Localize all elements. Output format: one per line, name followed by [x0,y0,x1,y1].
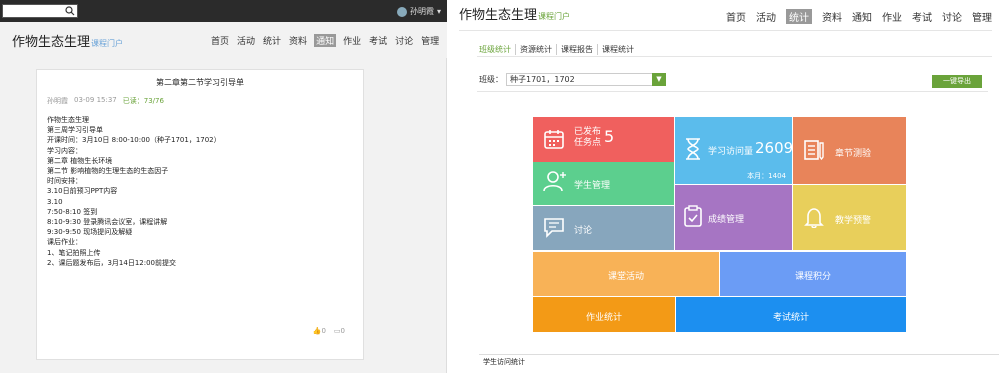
course-header: 作物生态生理 课程门户 首页 活动 统计 资料 通知 作业 考试 讨论 管理 [0,22,447,58]
body-line: 3.10日前预习PPT内容 [47,187,118,196]
right-panel: 作物生态生理 课程门户 首页 活动 统计 资料 通知 作业 考试 讨论 管理 班… [453,0,1000,373]
body-line: 7:50-8:10 签到 [47,207,98,216]
search-input[interactable] [2,4,78,18]
tile-course-points[interactable]: 课程积分 [720,252,906,296]
comment-button[interactable]: ▭0 [334,327,345,335]
homework-label: 作业统计 [585,313,622,323]
book-icon [804,140,824,161]
chapter-label: 章节测验 [835,149,872,159]
body-line: 1、笔记拍照上传 [47,248,101,257]
body-line: 8:10-9:30 登录腾讯会议室，课程讲解 [47,218,168,227]
nav-item[interactable]: 考试 [368,34,388,47]
calendar-icon [544,130,564,149]
visits-value: 2609 [755,139,794,157]
nav-item[interactable]: 活动 [236,34,256,47]
comment-count: 0 [340,327,345,335]
tile-discussion[interactable]: 讨论 [533,206,674,250]
tile-grade-management[interactable]: 成绩管理 [675,185,792,250]
section-divider [479,354,999,355]
course-brand[interactable]: 作物生态生理 课程门户 [12,31,123,50]
notice-time: 03-09 15:37 [74,96,117,104]
published-value: 5 [604,127,615,146]
published-label-1: 已发布 [574,127,602,137]
search-icon[interactable] [65,6,75,16]
notice-title: 第二章第二节学习引导单 [156,78,244,87]
course-nav: 首页 活动 统计 资料 通知 作业 考试 讨论 管理 [210,34,440,47]
comment-icon: ▭ [333,327,341,335]
tile-visits[interactable]: 学习访问量 2609 本月：1404 [675,117,794,184]
notice-author: 孙明霞 [47,97,68,105]
body-line: 9:30-9:50 现场提问及解疑 [47,228,133,237]
published-label-2: 任务点 [574,138,602,148]
course-subtitle: 课程门户 [91,39,124,48]
body-line: 时间安排： [47,177,82,186]
like-count: 0 [321,327,326,335]
body-line: 3.10 [47,197,63,206]
chat-icon [544,218,564,238]
body-line: 课后作业： [47,238,82,247]
exam-label: 考试统计 [772,313,809,323]
user-name: 孙明霞 [409,7,434,16]
visits-month: 本月：1404 [747,172,786,180]
left-panel: 孙明霞 ▾ 作物生态生理 课程门户 首页 活动 统计 资料 通知 作业 考试 讨… [0,0,447,373]
body-line: 开课时间：3月10日 8:00-10:00（种子1701，1702） [47,136,221,145]
nav-item[interactable]: 首页 [210,34,230,47]
top-bar: 孙明霞 ▾ [0,0,447,22]
tile-student-management[interactable]: 学生管理 [533,162,674,205]
course-title: 作物生态生理 [12,35,91,50]
nav-item-active[interactable]: 通知 [314,34,337,47]
body-line: 学习内容： [47,146,82,155]
grades-label: 成绩管理 [708,215,745,225]
user-menu[interactable]: 孙明霞 ▾ [396,5,441,18]
tile-homework-stats[interactable]: 作业统计 [533,297,675,332]
body-line: 第三周学习引导单 [47,126,103,135]
nav-item[interactable]: 资料 [288,34,308,47]
read-count[interactable]: 已读：73/76 [123,96,164,106]
tile-chapter-quiz[interactable]: 章节测验 [793,117,906,184]
visits-label: 学习访问量 [708,147,754,157]
reaction-counts: 👍0 ▭0 [313,327,345,335]
user-add-icon [543,171,566,192]
clipboard-check-icon [684,205,702,227]
points-label: 课程积分 [794,272,831,282]
section-title: 学生访问统计 [483,358,525,366]
class-activity-label: 课堂活动 [607,272,644,282]
nav-item[interactable]: 讨论 [394,34,414,47]
hourglass-icon [686,138,700,160]
body-line: 第二节 影响植物的生理生态的生态因子 [47,167,169,176]
notice-card: 第二章第二节学习引导单 孙明霞 03-09 15:37 已读：73/76 作物生… [36,69,364,360]
body-line: 2、课后题发布后，3月14日12:00前提交 [47,258,176,267]
tile-class-activity[interactable]: 课堂活动 [533,252,719,296]
body-line: 作物生态生理 [47,116,89,124]
discuss-label: 讨论 [574,226,593,236]
body-line: 第二章 植物生长环境 [47,156,113,165]
chevron-down-icon: ▾ [436,7,441,16]
avatar [396,6,407,17]
nav-item[interactable]: 作业 [342,34,362,47]
stats-tiles: 已发布 任务点 5 学习访问量 2609 本月：1404 章节测验 学生管理 成… [453,0,1000,373]
tile-exam-stats[interactable]: 考试统计 [676,297,906,332]
nav-item[interactable]: 统计 [262,34,282,47]
tile-teaching-warning[interactable]: 教学预警 [793,185,906,250]
bell-icon [804,208,824,228]
students-label: 学生管理 [574,181,611,191]
warning-label: 教学预警 [835,216,872,226]
notice-body: 作物生态生理 第三周学习引导单 开课时间：3月10日 8:00-10:00（种子… [47,115,221,268]
notice-meta: 孙明霞 03-09 15:37 已读：73/76 [47,96,164,106]
like-button[interactable]: 👍0 [313,327,326,335]
nav-item[interactable]: 管理 [420,34,440,47]
